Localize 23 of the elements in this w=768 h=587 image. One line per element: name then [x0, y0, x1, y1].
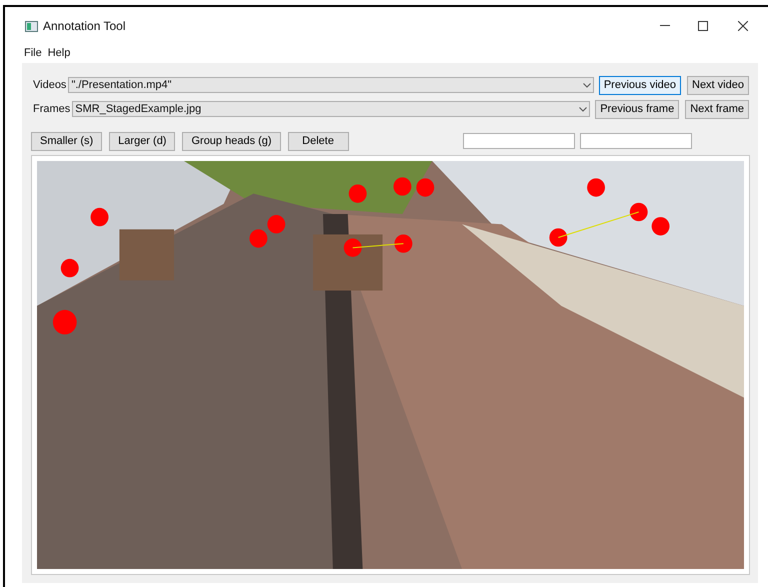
close-icon[interactable] [738, 21, 748, 31]
menu-item[interactable]: Help [48, 44, 70, 62]
field-label: Videos [33, 78, 66, 93]
nav-button[interactable]: Previous frame [595, 100, 680, 118]
nav-button[interactable]: Next video [687, 76, 749, 94]
tool-button[interactable]: Group heads (g) [182, 132, 281, 150]
tool-button[interactable]: Smaller (s) [31, 132, 102, 150]
nav-button[interactable]: Next frame [685, 100, 749, 118]
app-icon [25, 20, 38, 32]
window-title: Annotation Tool [43, 18, 126, 35]
dropdown[interactable]: "./Presentation.mp4" [68, 77, 594, 93]
menu-item[interactable]: File [24, 44, 42, 62]
chevron-icon [579, 106, 588, 112]
dropdown[interactable]: SMR_StagedExample.jpg [72, 101, 590, 117]
minimize-icon[interactable] [660, 25, 670, 27]
chevron-icon [582, 82, 591, 88]
input-field[interactable] [462, 133, 575, 149]
input-field[interactable] [580, 133, 692, 149]
tool-button[interactable]: Delete [288, 132, 349, 150]
tool-button[interactable]: Larger (d) [109, 132, 176, 150]
maximize-icon[interactable] [698, 21, 708, 31]
nav-button[interactable]: Previous video [598, 76, 681, 94]
field-label: Frames [33, 102, 70, 117]
